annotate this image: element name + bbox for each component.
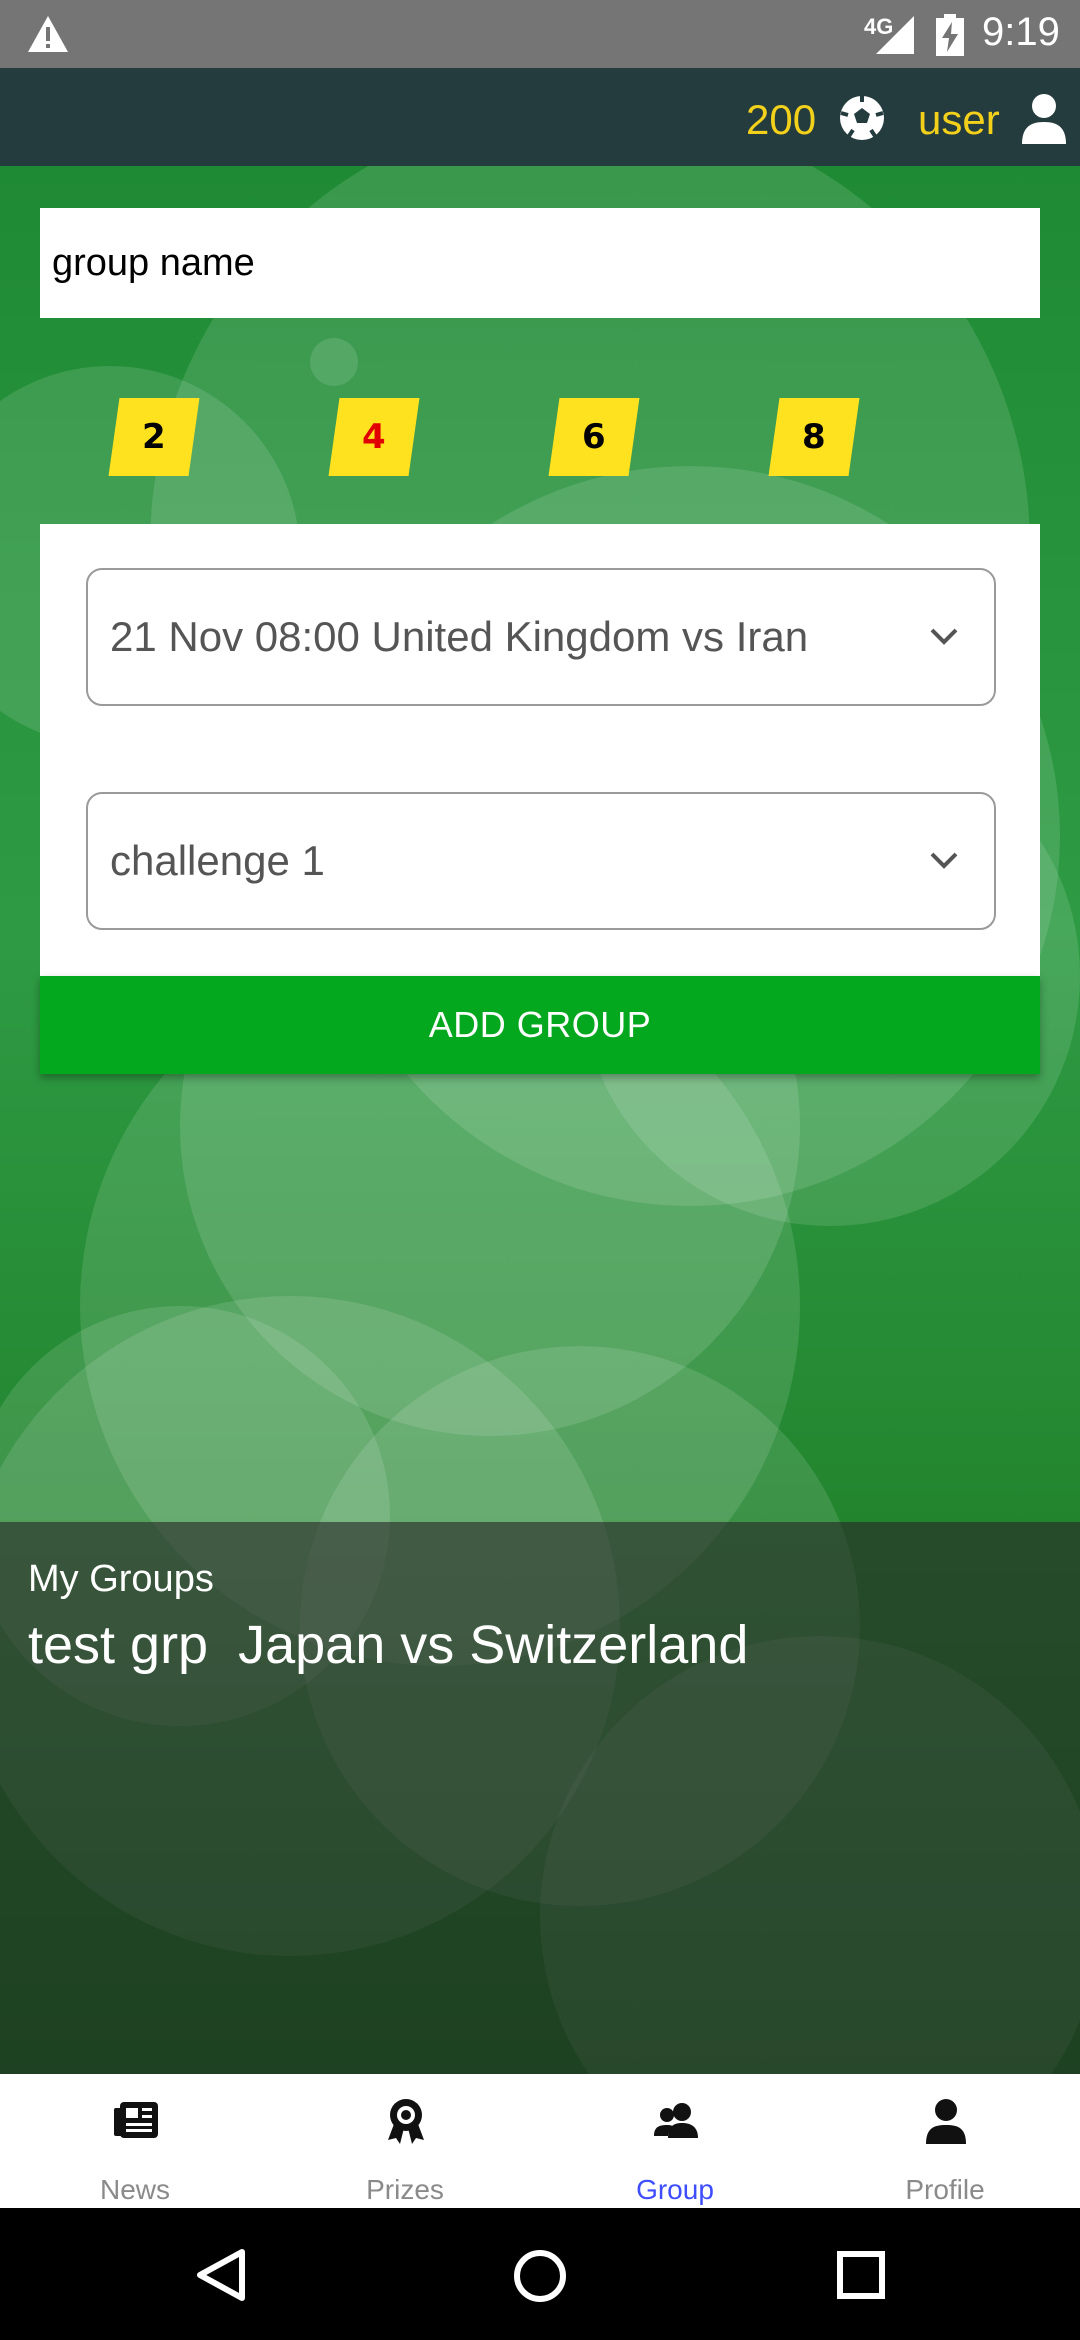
background-bubble bbox=[310, 338, 358, 386]
signal-icon bbox=[876, 16, 914, 54]
group-size-6[interactable]: 6 bbox=[548, 398, 640, 476]
nav-news-label: News bbox=[99, 2174, 170, 2205]
group-size-2[interactable]: 2 bbox=[108, 398, 200, 476]
nav-group-label: Group bbox=[636, 2174, 714, 2205]
my-groups-section: My Groups test grp Japan vs Switzerland bbox=[0, 1522, 1080, 2074]
app-header: 200 user bbox=[0, 68, 1080, 166]
back-icon[interactable] bbox=[194, 2248, 246, 2302]
challenge-select[interactable]: challenge 1 bbox=[86, 792, 996, 930]
users-icon bbox=[654, 2103, 698, 2138]
recents-icon[interactable] bbox=[836, 2250, 886, 2300]
username[interactable]: user bbox=[918, 96, 1000, 144]
group-list-item[interactable]: test grp Japan vs Switzerland bbox=[28, 1614, 748, 1676]
chevron-down-icon bbox=[930, 628, 958, 645]
status-bar: 4G 9:19 bbox=[0, 0, 1080, 68]
group-form-card: 21 Nov 08:00 United Kingdom vs Iran chal… bbox=[40, 524, 1040, 976]
person-icon[interactable] bbox=[1020, 92, 1068, 144]
nav-prizes[interactable]: Prizes bbox=[270, 2074, 540, 2208]
battery-charging-icon bbox=[936, 14, 964, 56]
match-select-value: 21 Nov 08:00 United Kingdom vs Iran bbox=[110, 613, 809, 660]
nav-news[interactable]: News bbox=[0, 2074, 270, 2208]
my-groups-heading: My Groups bbox=[28, 1558, 214, 1600]
newspaper-icon bbox=[114, 2102, 158, 2138]
home-icon[interactable] bbox=[512, 2248, 568, 2304]
coin-balance: 200 bbox=[746, 96, 817, 143]
award-icon bbox=[388, 2099, 424, 2144]
nav-profile[interactable]: Profile bbox=[810, 2074, 1080, 2208]
person-icon bbox=[926, 2099, 966, 2144]
challenge-select-value: challenge 1 bbox=[110, 837, 325, 884]
warning-icon bbox=[28, 16, 68, 52]
system-navigation-bar bbox=[0, 2208, 1080, 2340]
group-name-input[interactable] bbox=[40, 208, 1040, 318]
clock: 9:19 bbox=[982, 10, 1060, 54]
chevron-down-icon bbox=[930, 852, 958, 869]
nav-group[interactable]: Group bbox=[540, 2074, 810, 2208]
group-size-4[interactable]: 4 bbox=[328, 398, 420, 476]
add-group-button[interactable]: ADD GROUP bbox=[40, 976, 1040, 1074]
soccer-ball-icon bbox=[840, 96, 884, 140]
group-size-8[interactable]: 8 bbox=[768, 398, 860, 476]
create-group-screen: 2 4 6 8 21 Nov 08:00 United Kingdom vs I… bbox=[0, 166, 1080, 2074]
nav-prizes-label: Prizes bbox=[366, 2174, 444, 2205]
nav-profile-label: Profile bbox=[905, 2174, 985, 2205]
bottom-navigation: News Prizes Group Profile bbox=[0, 2074, 1080, 2208]
match-select[interactable]: 21 Nov 08:00 United Kingdom vs Iran bbox=[86, 568, 996, 706]
